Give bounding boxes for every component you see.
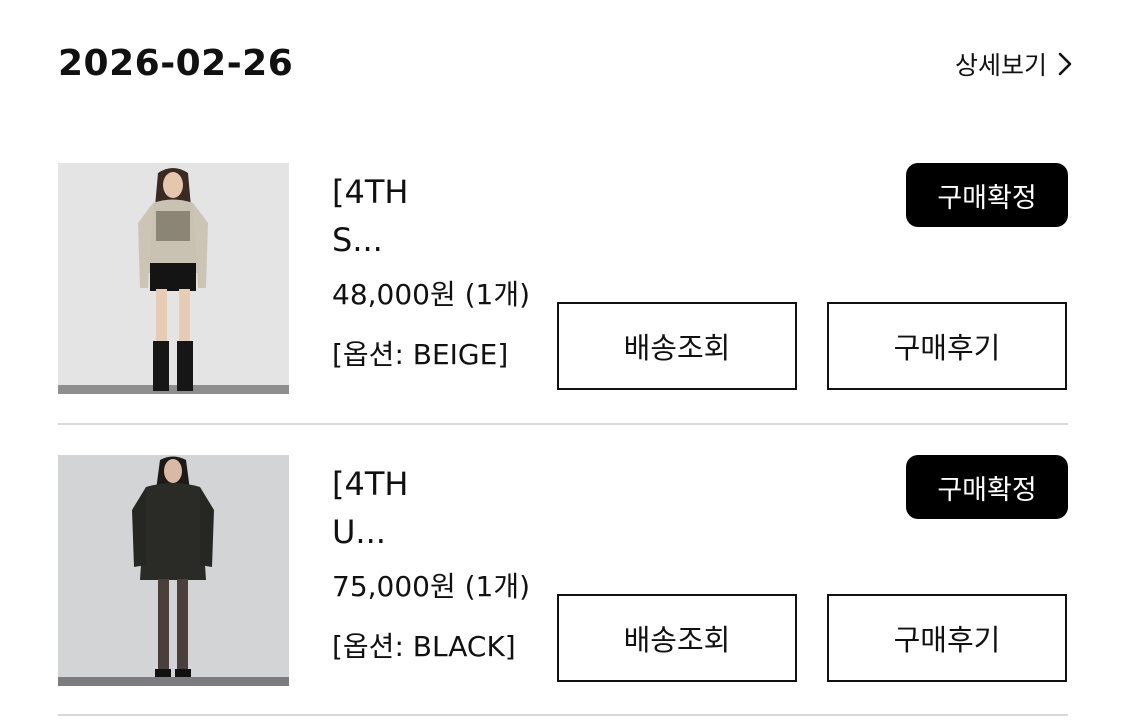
product-option: [옵션: BEIGE] (332, 338, 509, 371)
order-item: [4TH S... 48,000원 (1개) [옵션: BEIGE] 구매확정 … (58, 163, 1068, 395)
product-image[interactable] (58, 455, 289, 686)
product-image[interactable] (58, 163, 289, 394)
chevron-right-icon (1057, 51, 1073, 77)
status-badge: 구매확정 (906, 163, 1068, 227)
product-price: 48,000원 (1개) (332, 278, 531, 311)
order-date: 2026-02-26 (58, 43, 294, 84)
divider (58, 714, 1068, 716)
write-review-button[interactable]: 구매후기 (827, 594, 1067, 682)
product-price: 75,000원 (1개) (332, 570, 531, 603)
view-details-link[interactable]: 상세보기 (955, 44, 1073, 84)
status-badge: 구매확정 (906, 455, 1068, 519)
write-review-button[interactable]: 구매후기 (827, 302, 1067, 390)
order-item: [4TH U... 75,000원 (1개) [옵션: BLACK] 구매확정 … (58, 455, 1068, 687)
product-name[interactable]: [4TH (332, 169, 412, 215)
product-name[interactable]: [4TH (332, 461, 412, 507)
track-delivery-button[interactable]: 배송조회 (557, 302, 797, 390)
track-delivery-button[interactable]: 배송조회 (557, 594, 797, 682)
product-name-truncated[interactable]: S... (332, 217, 383, 263)
view-details-label: 상세보기 (954, 51, 1047, 80)
product-name-truncated[interactable]: U... (332, 509, 386, 555)
divider (58, 423, 1068, 425)
product-option: [옵션: BLACK] (332, 630, 516, 663)
